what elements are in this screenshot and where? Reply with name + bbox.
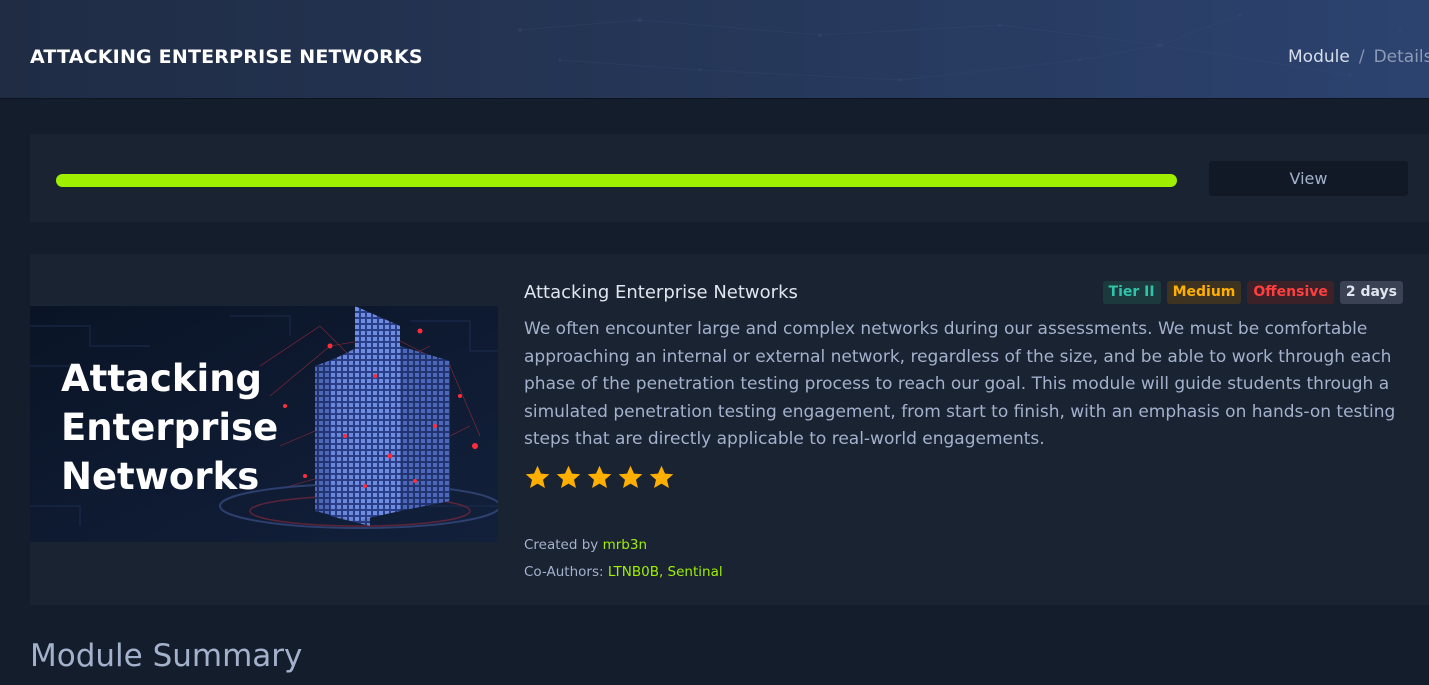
progress-bar-fill <box>56 174 1177 187</box>
module-credits: Created by mrb3n Co-Authors: LTNB0B, Sen… <box>524 532 723 586</box>
star-icon <box>556 465 581 488</box>
breadcrumb-separator: / <box>1358 47 1365 67</box>
tier-badge: Tier II <box>1102 281 1161 304</box>
rating-stars <box>524 464 675 491</box>
module-title: Attacking Enterprise Networks <box>524 282 798 303</box>
cover-title: Attacking Enterprise Networks <box>61 354 278 501</box>
cover-line-1: Attacking <box>61 357 263 400</box>
created-by-line: Created by mrb3n <box>524 532 723 559</box>
type-badge: Offensive <box>1247 281 1334 304</box>
cover-line-3: Networks <box>61 455 260 498</box>
star-icon <box>649 465 674 488</box>
duration-badge: 2 days <box>1339 281 1403 304</box>
module-tags: Tier II Medium Offensive 2 days <box>1102 281 1403 304</box>
module-summary-heading: Module Summary <box>30 638 303 674</box>
progress-bar <box>56 174 1177 187</box>
cover-line-2: Enterprise <box>61 406 279 449</box>
coauthors-line: Co-Authors: LTNB0B, Sentinal <box>524 559 723 586</box>
page-title: ATTACKING ENTERPRISE NETWORKS <box>30 46 423 68</box>
coauthors-link[interactable]: LTNB0B, Sentinal <box>608 564 723 580</box>
module-card: Attacking Enterprise Networks Attacking … <box>30 254 1429 605</box>
breadcrumb-module[interactable]: Module <box>1288 47 1350 67</box>
module-cover-image: Attacking Enterprise Networks <box>30 306 498 542</box>
created-by-label: Created by <box>524 537 599 553</box>
breadcrumb: Module / Details <box>1288 47 1429 67</box>
progress-panel: View <box>30 134 1429 222</box>
coauthors-label: Co-Authors: <box>524 564 604 580</box>
page-header: ATTACKING ENTERPRISE NETWORKS Module / Det… <box>0 0 1429 99</box>
star-icon <box>618 465 643 488</box>
star-icon <box>525 465 550 488</box>
star-icon <box>587 465 612 488</box>
author-link[interactable]: mrb3n <box>603 537 647 553</box>
module-description: We often encounter large and complex net… <box>524 319 1396 449</box>
difficulty-badge: Medium <box>1166 281 1242 304</box>
breadcrumb-details: Details <box>1373 47 1429 67</box>
view-button[interactable]: View <box>1209 161 1408 196</box>
